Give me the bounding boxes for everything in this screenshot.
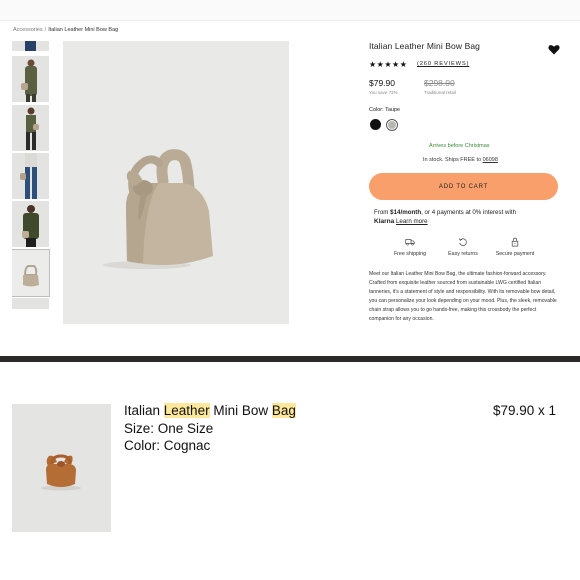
klarna-prefix: From: [374, 209, 391, 216]
main-product-image: [63, 41, 289, 324]
top-bar: [0, 0, 580, 21]
cart-item-name-part-1: Italian: [124, 403, 164, 418]
original-price: $298.00: [424, 78, 455, 88]
swatch-black[interactable]: [370, 119, 381, 130]
klarna-financing: From $14/month, or 4 payments at 0% inte…: [374, 209, 516, 226]
thumbnail-model-3[interactable]: [12, 105, 49, 151]
cart-item-name-highlight-leather: Leather: [163, 403, 210, 418]
breadcrumb-accessories-link[interactable]: Accessories: [13, 27, 43, 33]
heart-icon[interactable]: [548, 42, 560, 55]
klarna-logo: Klarna: [374, 217, 395, 225]
cart-item-name-part-3: Mini Bow: [209, 403, 272, 418]
return-icon: [458, 238, 467, 246]
thumbnail-model-1[interactable]: [12, 41, 49, 51]
thumbnail-model-5[interactable]: [12, 201, 49, 247]
cart-item-name-highlight-bag: Bag: [271, 403, 296, 418]
thumbnail-strip: [12, 41, 50, 309]
rating-stars: ★★★★★: [369, 60, 408, 69]
stock-status: In stock. Ships FREE to 06098: [423, 157, 498, 163]
thumbnail-7[interactable]: [12, 298, 49, 309]
cart-item-price-qty: $79.90 x 1: [493, 403, 557, 418]
add-to-cart-button[interactable]: ADD TO CART: [369, 173, 558, 200]
thumbnail-model-4[interactable]: [12, 153, 49, 199]
color-label: Color: Taupe: [369, 107, 401, 113]
savings-label: You save 72%: [369, 90, 398, 95]
cart-item-color: Color: Cognac: [124, 438, 211, 453]
perk-easy-returns: Easy returns: [438, 237, 488, 257]
product-description: Meet our Italian Leather Mini Bow Bag, t…: [369, 271, 557, 323]
klarna-suffix: , or 4 payments at 0% interest with: [421, 209, 517, 216]
product-title: Italian Leather Mini Bow Bag: [369, 41, 481, 51]
arrival-note: Arrives before Christmas: [429, 143, 490, 149]
perk-secure-payment: Secure payment: [490, 237, 540, 257]
cart-item-name: Italian Leather Mini Bow Bag: [124, 403, 296, 418]
klarna-amount: $14/month: [390, 209, 422, 216]
perk-label-secure: Secure payment: [495, 251, 535, 257]
klarna-learn-more-link[interactable]: Learn more: [396, 218, 428, 225]
zip-code-link[interactable]: 06098: [483, 157, 498, 163]
thumbnail-bag-selected[interactable]: [12, 249, 50, 297]
breadcrumb-current: Italian Leather Mini Bow Bag: [48, 27, 119, 33]
stock-text: In stock. Ships FREE to: [423, 157, 482, 163]
perk-label-shipping: Free shipping: [393, 251, 427, 257]
swatch-taupe[interactable]: [386, 119, 398, 131]
retail-label: Traditional retail: [424, 90, 456, 95]
truck-icon: [405, 239, 415, 246]
perk-label-returns: Easy returns: [448, 251, 478, 257]
cart-item-image: [12, 404, 111, 532]
perk-free-shipping: Free shipping: [385, 237, 435, 257]
reviews-link[interactable]: (260 REVIEWS): [417, 61, 469, 67]
breadcrumb-separator: /: [44, 27, 47, 33]
breadcrumb: Accessories / Italian Leather Mini Bow Bag: [13, 27, 118, 33]
cart-item-size: Size: One Size: [124, 421, 214, 436]
lock-icon: [511, 237, 519, 247]
sale-price: $79.90: [369, 78, 395, 88]
thumbnail-model-2[interactable]: [12, 56, 49, 102]
section-divider: [0, 356, 580, 362]
